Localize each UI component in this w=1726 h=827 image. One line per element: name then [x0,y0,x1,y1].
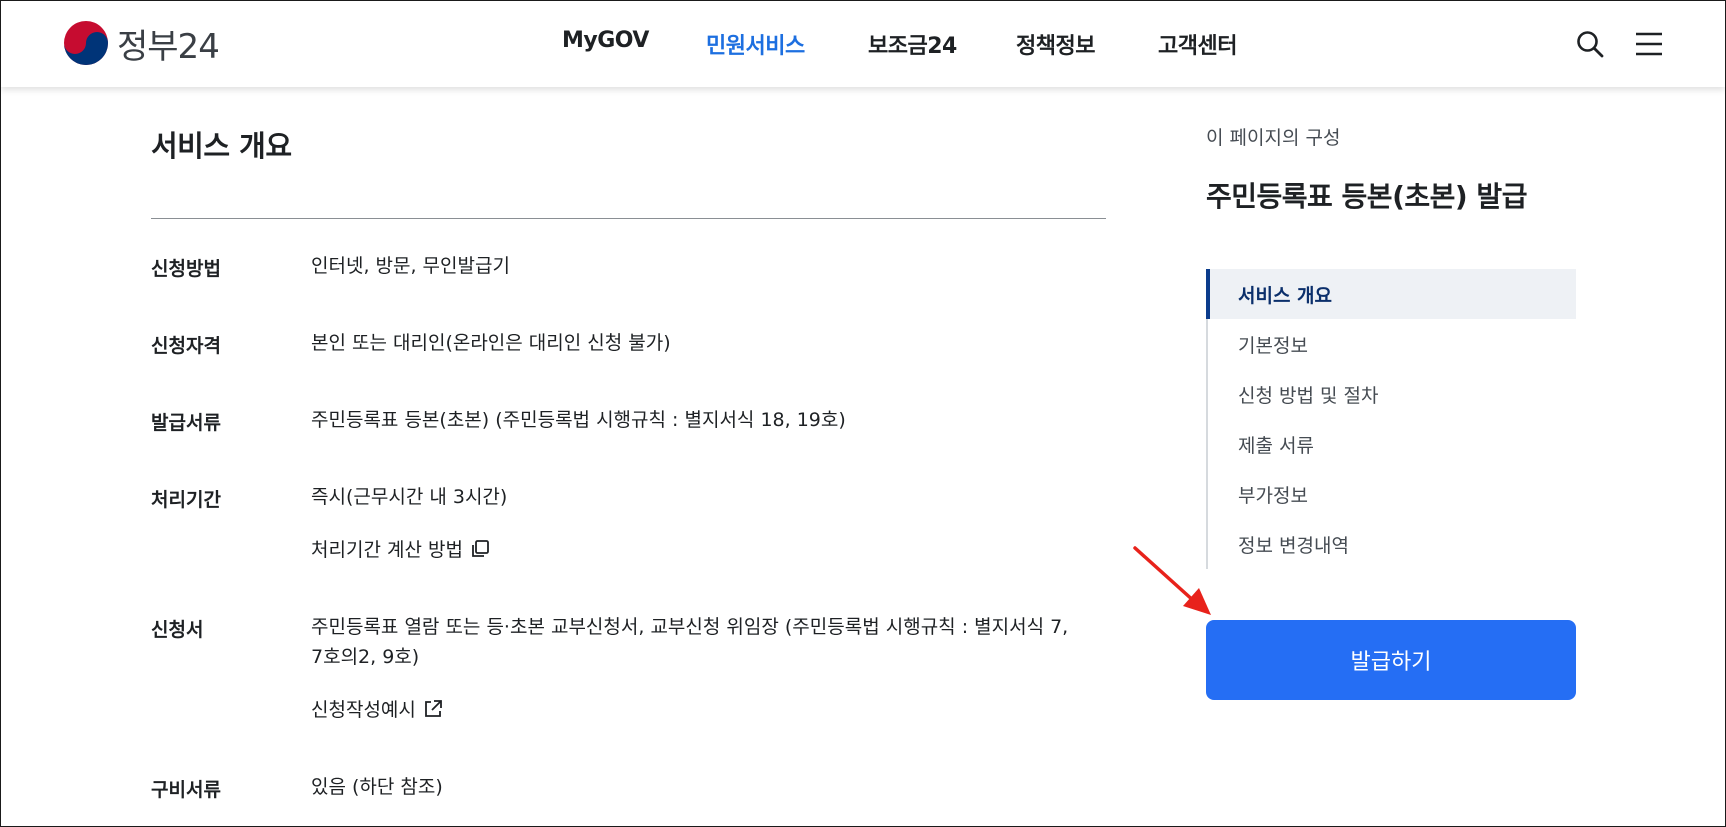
section-title: 서비스 개요 [151,129,292,163]
row-label-eligibility: 신청자격 [151,335,221,357]
row-label-apply-method: 신청방법 [151,258,221,280]
row-value-application-form-line2: 7호의2, 9호) [311,646,420,668]
row-value-apply-method: 인터넷, 방문, 무인발급기 [311,255,510,277]
processing-time-calc-link[interactable]: 처리기간 계산 방법 [311,535,491,562]
row-label-application-form: 신청서 [151,619,204,641]
nav-subsidy24[interactable]: 보조금24 [868,28,957,60]
row-label-issued-document: 발급서류 [151,412,221,434]
row-value-issued-document: 주민등록표 등본(초본) (주민등록법 시행규칙 : 별지서식 18, 19호) [311,409,846,431]
search-icon [1577,31,1604,58]
nav-customer-center[interactable]: 고객센터 [1158,28,1237,60]
menu-button[interactable] [1632,27,1666,61]
toc-item-basic-info[interactable]: 기본정보 [1208,319,1576,369]
global-nav: MyGOV 민원서비스 보조금24 정책정보 고객센터 [1,28,1725,62]
nav-policy-info[interactable]: 정책정보 [1016,28,1095,60]
annotation-arrow-icon [1133,546,1211,615]
application-example-link[interactable]: 신청작성예시 [311,695,444,722]
section-divider [151,218,1106,219]
nav-mygov[interactable]: MyGOV [562,28,649,53]
processing-time-calc-link-label: 처리기간 계산 방법 [311,539,463,561]
page-frame: 정부24 MyGOV 민원서비스 보조금24 정책정보 고객센터 서비스 개요 … [0,0,1726,827]
search-button[interactable] [1573,27,1607,61]
issue-button[interactable]: 발급하기 [1206,620,1576,700]
row-value-required-docs: 있음 (하단 참조) [311,776,443,798]
menu-icon [1636,32,1662,56]
nav-civil-service[interactable]: 민원서비스 [706,28,805,60]
copy-window-icon [472,539,489,557]
toc-item-submit-docs[interactable]: 제출 서류 [1208,419,1576,469]
site-header: 정부24 MyGOV 민원서비스 보조금24 정책정보 고객센터 [1,1,1725,87]
toc-caption: 이 페이지의 구성 [1206,127,1341,149]
toc-item-extra-info[interactable]: 부가정보 [1208,469,1576,519]
toc-item-apply-procedure[interactable]: 신청 방법 및 절차 [1208,369,1576,419]
application-example-link-label: 신청작성예시 [311,699,416,721]
external-link-icon [424,699,442,717]
row-label-processing-time: 처리기간 [151,489,221,511]
row-value-application-form-line1: 주민등록표 열람 또는 등·초본 교부신청서, 교부신청 위임장 (주민등록법 … [311,616,1069,638]
row-label-required-docs: 구비서류 [151,779,221,801]
toc-page-title: 주민등록표 등본(초본) 발급 [1206,180,1527,213]
toc-item-change-history[interactable]: 정보 변경내역 [1208,519,1576,569]
toc-list: 서비스 개요 기본정보 신청 방법 및 절차 제출 서류 부가정보 정보 변경내… [1206,269,1576,569]
row-value-eligibility: 본인 또는 대리인(온라인은 대리인 신청 불가) [311,332,671,354]
row-value-processing-time: 즉시(근무시간 내 3시간) [311,486,508,508]
toc-item-service-overview[interactable]: 서비스 개요 [1206,269,1576,319]
